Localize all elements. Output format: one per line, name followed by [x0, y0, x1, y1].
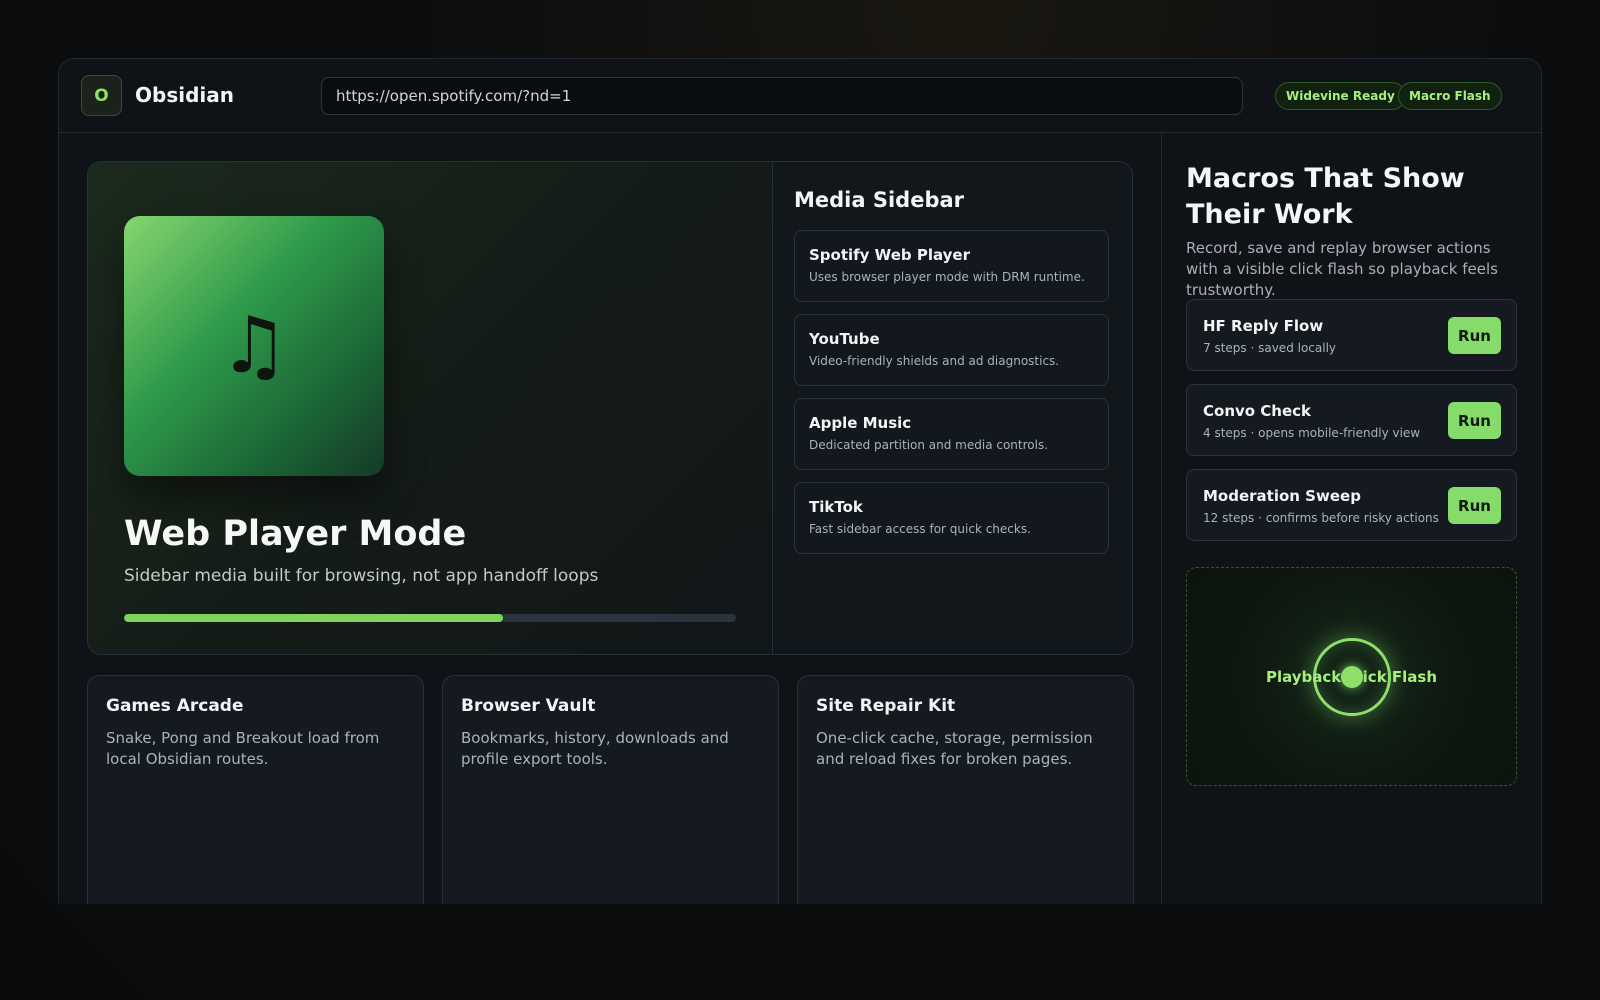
click-flash-preview: Playback Click Flash: [1186, 567, 1517, 786]
media-sidebar: Media Sidebar Spotify Web Player Uses br…: [794, 162, 1112, 654]
hero-title: Web Player Mode: [124, 514, 467, 554]
media-item-title: Apple Music: [809, 414, 912, 432]
widevine-status-badge[interactable]: Widevine Ready: [1275, 82, 1406, 110]
macro-item-moderation-sweep: Moderation Sweep 12 steps · confirms bef…: [1186, 469, 1517, 541]
playback-progress-fill: [124, 614, 504, 622]
tool-card-title: Site Repair Kit: [816, 696, 956, 716]
media-item-spotify[interactable]: Spotify Web Player Uses browser player m…: [794, 230, 1109, 302]
browser-vault-card[interactable]: Browser Vault Bookmarks, history, downlo…: [442, 675, 779, 904]
media-item-desc: Dedicated partition and media controls.: [809, 438, 1049, 452]
macros-description: Record, save and replay browser actions …: [1186, 239, 1498, 299]
tool-card-desc: Snake, Pong and Breakout load from local…: [106, 729, 380, 768]
tool-card-title: Browser Vault: [461, 696, 596, 716]
address-bar[interactable]: https://open.spotify.com/?nd=1: [321, 77, 1243, 115]
macro-item-hf-reply-flow: HF Reply Flow 7 steps · saved locally Ru…: [1186, 299, 1517, 371]
run-macro-button[interactable]: Run: [1448, 402, 1501, 439]
media-item-tiktok[interactable]: TikTok Fast sidebar access for quick che…: [794, 482, 1109, 554]
media-item-desc: Uses browser player mode with DRM runtim…: [809, 270, 1085, 284]
macro-item-convo-check: Convo Check 4 steps · opens mobile-frien…: [1186, 384, 1517, 456]
run-macro-button[interactable]: Run: [1448, 487, 1501, 524]
media-item-title: TikTok: [809, 498, 863, 516]
click-flash-dot: [1341, 666, 1363, 688]
games-arcade-card[interactable]: Games Arcade Snake, Pong and Breakout lo…: [87, 675, 424, 904]
app-name: Obsidian: [135, 83, 234, 107]
media-item-desc: Fast sidebar access for quick checks.: [809, 522, 1031, 536]
media-item-title: Spotify Web Player: [809, 246, 970, 264]
media-item-desc: Video-friendly shields and ad diagnostic…: [809, 354, 1060, 368]
tool-card-title: Games Arcade: [106, 696, 244, 716]
macros-title: Macros That Show Their Work: [1186, 163, 1465, 230]
top-bar: O Obsidian https://open.spotify.com/?nd=…: [59, 59, 1541, 133]
media-item-apple-music[interactable]: Apple Music Dedicated partition and medi…: [794, 398, 1109, 470]
hero-subtitle: Sidebar media built for browsing, not ap…: [124, 566, 599, 586]
music-note-icon: ♫: [219, 301, 289, 391]
macros-panel: Macros That Show Their Work Record, save…: [1161, 133, 1541, 904]
url-text: https://open.spotify.com/?nd=1: [336, 87, 572, 105]
run-macro-button[interactable]: Run: [1448, 317, 1501, 354]
app-logo[interactable]: O: [81, 75, 122, 116]
album-art: ♫: [124, 216, 384, 476]
app-window: O Obsidian https://open.spotify.com/?nd=…: [58, 58, 1542, 904]
site-repair-kit-card[interactable]: Site Repair Kit One-click cache, storage…: [797, 675, 1134, 904]
tool-card-desc: Bookmarks, history, downloads and profil…: [461, 729, 729, 768]
media-item-youtube[interactable]: YouTube Video-friendly shields and ad di…: [794, 314, 1109, 386]
playback-progress-bar[interactable]: [124, 614, 736, 622]
macro-flash-badge[interactable]: Macro Flash: [1398, 82, 1502, 110]
media-item-title: YouTube: [809, 330, 880, 348]
web-player-card: ♫ Web Player Mode Sidebar media built fo…: [88, 162, 773, 654]
tool-card-desc: One-click cache, storage, permission and…: [816, 729, 1093, 768]
hero-panel: ♫ Web Player Mode Sidebar media built fo…: [87, 161, 1133, 655]
media-sidebar-title: Media Sidebar: [794, 188, 965, 212]
